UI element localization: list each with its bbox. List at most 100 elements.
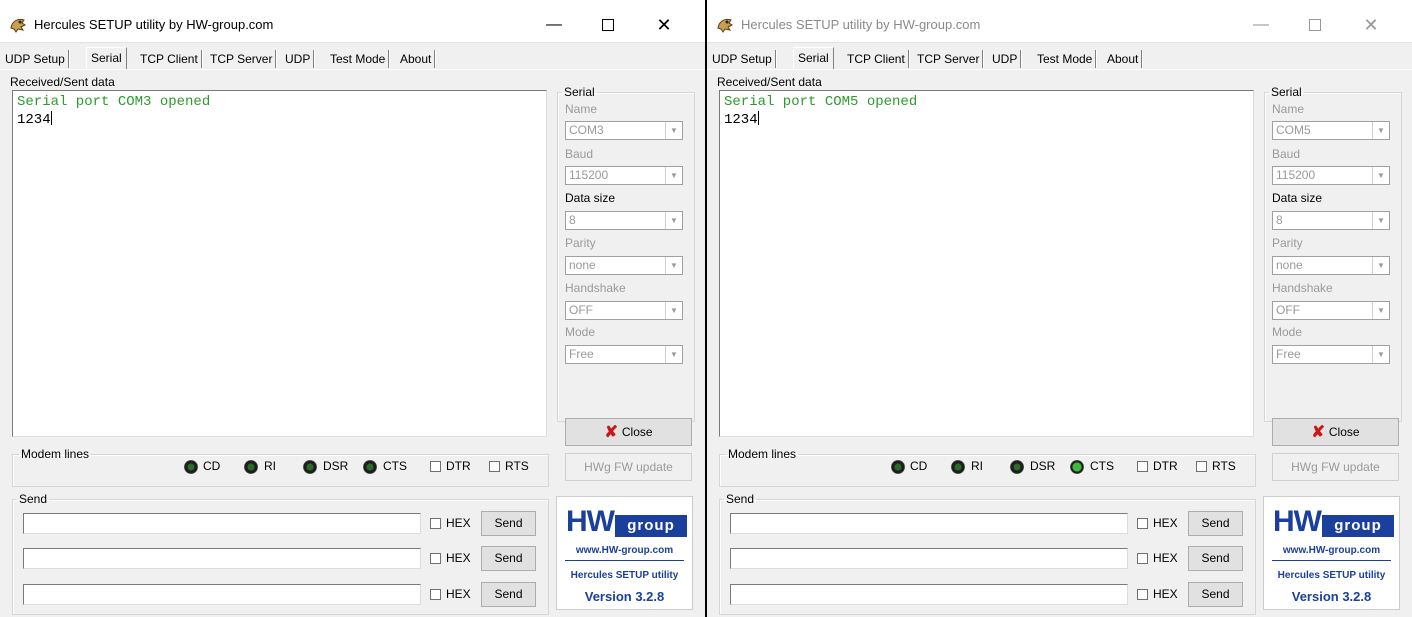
hercules-window-right: Hercules SETUP utility by HW-group.com —… [707,0,1412,617]
cts-label: CTS [383,459,407,473]
tab-udp-setup[interactable]: UDP Setup [712,50,776,68]
cd-label: CD [910,459,928,473]
logo-version: Version 3.2.8 [584,589,665,604]
maximize-icon[interactable] [1292,8,1338,42]
baud-value: 115200 [1276,168,1316,182]
baud-select[interactable]: 115200 ▼ [1272,166,1390,185]
handshake-select[interactable]: OFF ▼ [1272,301,1390,320]
ri-label: RI [264,459,276,473]
data-size-value: 8 [1276,213,1283,227]
tab-udp-setup[interactable]: UDP Setup [5,50,69,68]
chevron-down-icon: ▼ [1372,167,1389,184]
close-window-icon[interactable]: ✕ [1348,8,1394,42]
cts-led-icon [1070,460,1084,474]
data-size-select[interactable]: 8 ▼ [1272,211,1390,230]
data-line: 1234 [17,112,51,128]
hercules-window-left: Hercules SETUP utility by HW-group.com —… [0,0,705,617]
port-name-select[interactable]: COM5 ▼ [1272,121,1390,140]
data-size-select[interactable]: 8 ▼ [565,211,683,230]
send-button-1[interactable]: Send [481,511,536,536]
received-sent-textarea[interactable]: Serial port COM3 opened 1234 [12,90,547,437]
send-input-2[interactable] [730,548,1128,569]
minimize-icon[interactable]: — [1238,8,1284,42]
dsr-led-icon [1010,460,1024,474]
cd-led-icon [184,460,198,474]
mode-select[interactable]: Free ▼ [1272,345,1390,364]
send-legend: Send [726,492,755,506]
title-bar[interactable]: Hercules SETUP utility by HW-group.com —… [0,8,705,43]
hex-checkbox-3[interactable] [1137,589,1148,600]
hw-group-logo[interactable]: HW group www.HW-group.com Hercules SETUP… [1263,496,1400,610]
ri-led-icon [951,460,965,474]
status-line: Serial port COM3 opened [17,94,211,110]
rts-label: RTS [505,459,529,473]
maximize-icon[interactable] [585,8,631,42]
minimize-icon[interactable]: — [531,8,577,42]
send-input-1[interactable] [730,513,1128,534]
tab-tcp-client[interactable]: TCP Client [847,50,909,68]
tab-about[interactable]: About [400,50,436,68]
handshake-label: Handshake [1272,281,1333,295]
tab-tcp-server[interactable]: TCP Server [210,50,277,68]
fw-update-button[interactable]: HWg FW update [1272,453,1399,481]
mode-select[interactable]: Free ▼ [565,345,683,364]
send-input-2[interactable] [23,548,421,569]
hw-group-logo[interactable]: HW group www.HW-group.com Hercules SETUP… [556,496,693,610]
close-port-button[interactable]: ✘ Close [565,418,692,446]
dtr-checkbox[interactable] [430,461,441,472]
dtr-checkbox[interactable] [1137,461,1148,472]
handshake-select[interactable]: OFF ▼ [565,301,683,320]
hex-checkbox-3[interactable] [430,589,441,600]
send-button-3[interactable]: Send [1188,582,1243,607]
parity-select[interactable]: none ▼ [565,256,683,275]
port-name-select[interactable]: COM3 ▼ [565,121,683,140]
close-window-icon[interactable]: ✕ [641,8,687,42]
logo-app-name: Hercules SETUP utility [570,570,679,581]
hex-checkbox-2[interactable] [430,553,441,564]
baud-select[interactable]: 115200 ▼ [565,166,683,185]
send-button-1[interactable]: Send [1188,511,1243,536]
text-caret [757,111,759,125]
hercules-app-icon [717,18,733,33]
tab-serial[interactable]: Serial [86,47,127,69]
chevron-down-icon: ▼ [665,302,682,319]
hex-checkbox-2[interactable] [1137,553,1148,564]
send-input-1[interactable] [23,513,421,534]
parity-value: none [569,258,596,272]
send-input-3[interactable] [730,584,1128,605]
tab-test-mode[interactable]: Test Mode [1037,50,1097,68]
logo-hw-text: HW [1273,505,1322,538]
parity-value: none [1276,258,1303,272]
dtr-label: DTR [1153,459,1178,473]
tab-udp[interactable]: UDP [992,50,1022,68]
tab-serial[interactable]: Serial [793,47,834,69]
send-input-3[interactable] [23,584,421,605]
window-title: Hercules SETUP utility by HW-group.com [741,17,981,32]
send-button-2[interactable]: Send [481,546,536,571]
tab-strip: UDP Setup Serial TCP Client TCP Server U… [707,47,1412,69]
send-button-2[interactable]: Send [1188,546,1243,571]
rts-checkbox[interactable] [489,461,500,472]
hex-checkbox-1[interactable] [430,518,441,529]
close-port-label: Close [621,425,653,439]
fw-update-button[interactable]: HWg FW update [565,453,692,481]
tab-tcp-server[interactable]: TCP Server [917,50,984,68]
cts-label: CTS [1090,459,1114,473]
tab-tcp-client[interactable]: TCP Client [140,50,202,68]
tab-about[interactable]: About [1107,50,1143,68]
dsr-label: DSR [323,459,349,473]
red-x-icon: ✘ [1311,424,1325,441]
chevron-down-icon: ▼ [1372,346,1389,363]
received-sent-textarea[interactable]: Serial port COM5 opened 1234 [719,90,1254,437]
tab-divider [707,69,1412,70]
parity-select[interactable]: none ▼ [1272,256,1390,275]
chevron-down-icon: ▼ [1372,212,1389,229]
close-port-button[interactable]: ✘ Close [1272,418,1399,446]
send-button-3[interactable]: Send [481,582,536,607]
tab-test-mode[interactable]: Test Mode [330,50,390,68]
tab-udp[interactable]: UDP [285,50,315,68]
rts-checkbox[interactable] [1196,461,1207,472]
hex-checkbox-1[interactable] [1137,518,1148,529]
title-bar[interactable]: Hercules SETUP utility by HW-group.com —… [707,8,1412,43]
logo-divider [565,560,684,561]
